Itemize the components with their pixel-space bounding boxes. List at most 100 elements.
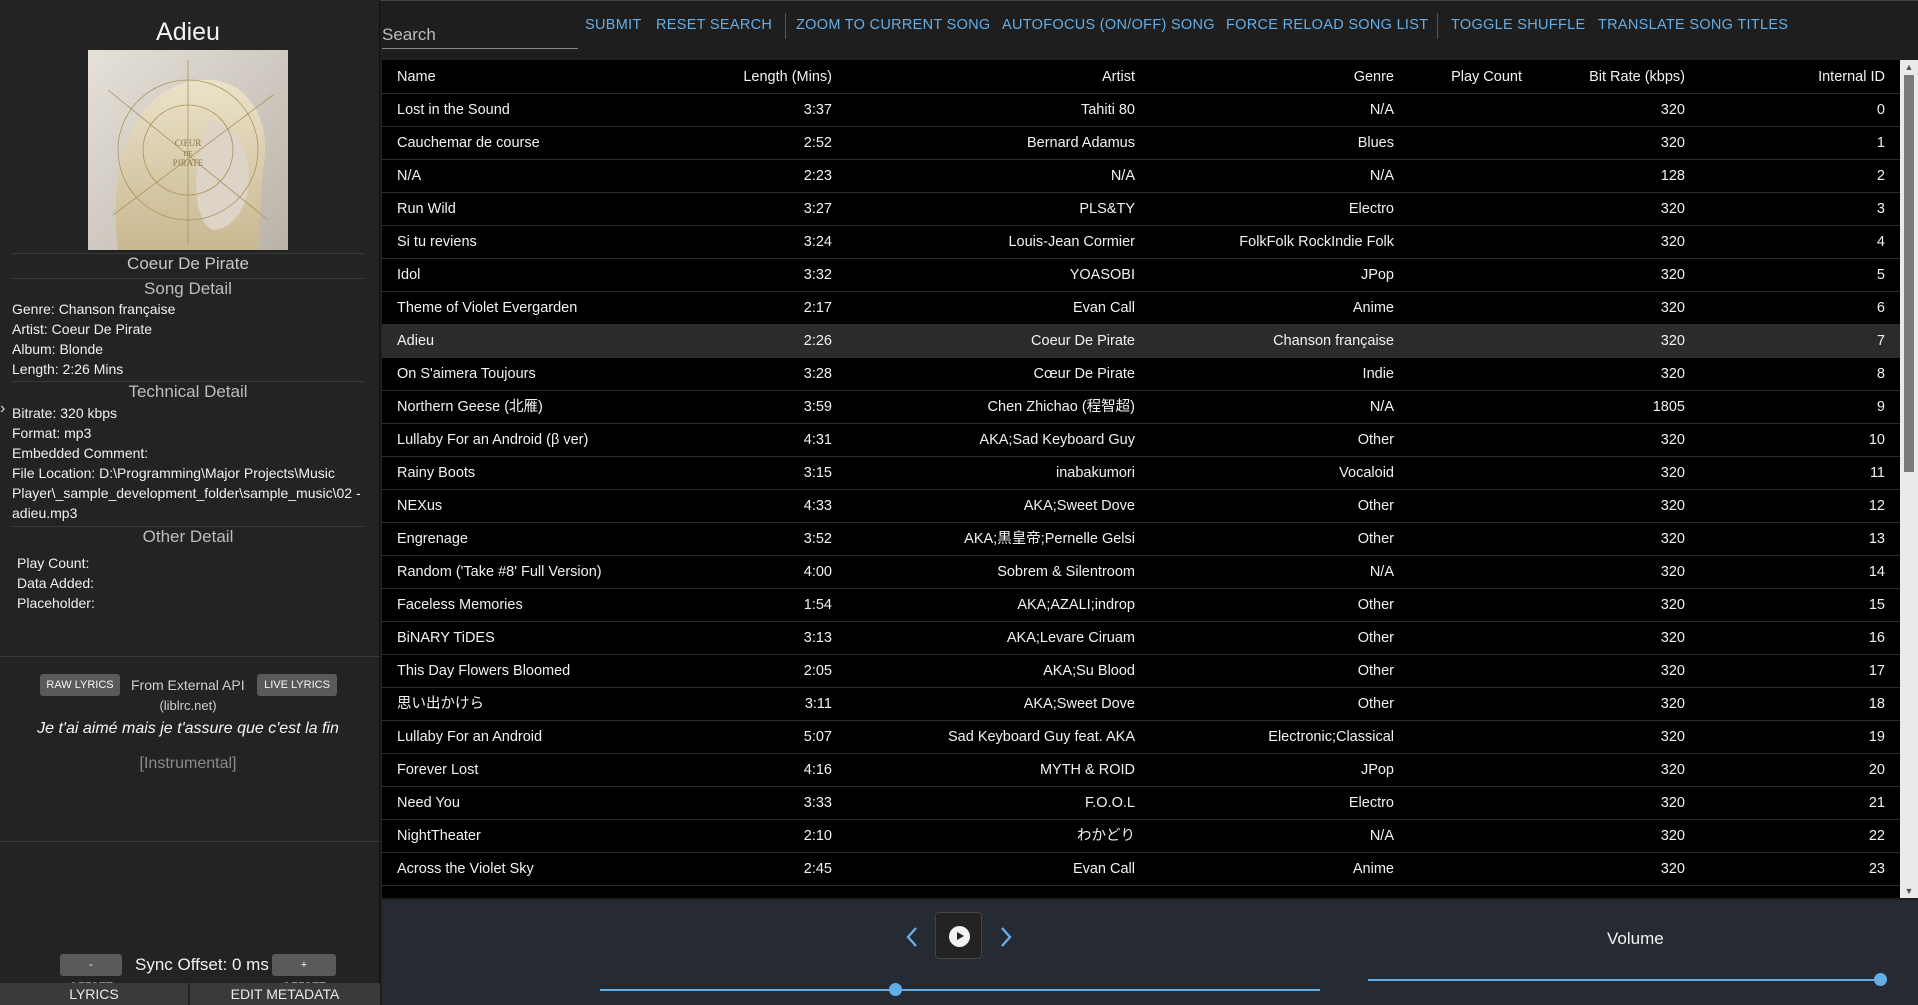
table-row[interactable]: Lost in the Sound 3:37 Tahiti 80 N/A 320 0: [382, 94, 1900, 127]
music-player-app: Adieu CŒUR DE PIRATE Coeur De Pirate Son…: [0, 0, 1918, 1005]
column-header-artist[interactable]: Artist: [832, 60, 1135, 94]
table-row[interactable]: Random ('Take #8' Full Version) 4:00 Sobre…: [382, 556, 1900, 589]
table-row[interactable]: Lullaby For an Android 5:07 Sad Keyboard G…: [382, 721, 1900, 754]
table-row[interactable]: On S'aimera Toujours 3:28 Cœur De Pirate In…: [382, 358, 1900, 391]
table-row[interactable]: Rainy Boots 3:15 inabakumori Vocaloid 320 11: [382, 457, 1900, 490]
column-header-name[interactable]: Name: [397, 60, 707, 94]
seek-slider[interactable]: [600, 989, 1320, 991]
table-row[interactable]: Run Wild 3:27 PLS&TY Electro 320 3: [382, 193, 1900, 226]
plus-offset-button[interactable]: + OFFSET: [272, 954, 336, 993]
table-row[interactable]: Idol 3:32 YOASOBI JPop 320 5: [382, 259, 1900, 292]
table-row[interactable]: This Day Flowers Bloomed 2:05 AKA;Su Blood…: [382, 655, 1900, 688]
raw-lyrics-button[interactable]: RAW LYRICS: [40, 674, 120, 696]
cell-artist: AKA;黒皇帝;Pernelle Gelsi: [964, 531, 1135, 547]
table-row[interactable]: BiNARY TiDES 3:13 AKA;Levare Ciruam Other 32…: [382, 622, 1900, 655]
force-reload-button[interactable]: FORCE RELOAD SONG LIST: [1226, 17, 1428, 33]
live-lyrics-button[interactable]: LIVE LYRICS: [257, 674, 337, 696]
table-scrollbar[interactable]: ▲ ▼: [1900, 60, 1918, 898]
column-header-genre[interactable]: Genre: [1142, 60, 1394, 94]
detail-placeholder: Placeholder:: [17, 595, 95, 611]
volume-slider[interactable]: [1368, 979, 1880, 981]
table-row[interactable]: Need You 3:33 F.O.O.L Electro 320 21: [382, 787, 1900, 820]
column-header-play-count[interactable]: Play Count: [1402, 60, 1522, 94]
cell-play-count: [1402, 622, 1522, 655]
cell-artist: inabakumori: [1056, 465, 1135, 481]
cell-internal-id: 1: [1876, 135, 1885, 151]
cell-artist: F.O.O.L: [1085, 795, 1135, 811]
column-header-bit-rate[interactable]: Bit Rate (kbps): [1527, 60, 1685, 94]
table-row[interactable]: NightTheater 2:10 わかどり N/A 320 22: [382, 820, 1900, 853]
cell-length: 2:26: [803, 333, 832, 349]
cell-artist: AKA;AZALI;indrop: [1017, 597, 1135, 613]
submit-button[interactable]: SUBMIT: [585, 17, 642, 33]
cell-internal-id: 5: [1876, 267, 1885, 283]
album-art-image: CŒUR DE PIRATE: [88, 50, 288, 250]
zoom-to-current-song-button[interactable]: ZOOM TO CURRENT SONG: [796, 17, 991, 33]
previous-icon[interactable]: [905, 925, 919, 954]
search-input[interactable]: [382, 21, 578, 49]
cell-genre: Other: [1357, 498, 1394, 514]
song-info-panel: Adieu CŒUR DE PIRATE Coeur De Pirate Son…: [0, 0, 380, 1005]
table-row[interactable]: Faceless Memories 1:54 AKA;AZALI;indrop Oth…: [382, 589, 1900, 622]
table-row[interactable]: N/A 2:23 N/A N/A 128 2: [382, 160, 1900, 193]
detail-date-added: Data Added:: [17, 575, 95, 591]
detail-genre: Genre: Chanson française: [12, 301, 176, 317]
chevron-right-icon[interactable]: ›: [0, 400, 10, 426]
cell-artist: Tahiti 80: [1080, 102, 1135, 118]
cell-length: 3:28: [803, 366, 832, 382]
minus-offset-button[interactable]: - OFFSET: [60, 954, 122, 993]
table-row[interactable]: Theme of Violet Evergarden 2:17 Evan Call A…: [382, 292, 1900, 325]
table-row[interactable]: Cauchemar de course 2:52 Bernard Adamus Blu…: [382, 127, 1900, 160]
cell-internal-id: 20: [1868, 762, 1885, 778]
column-header-internal-id[interactable]: Internal ID: [1692, 60, 1885, 94]
cell-bit-rate: 320: [1660, 861, 1685, 877]
album-cover: CŒUR DE PIRATE: [88, 50, 288, 250]
cell-length: 4:31: [803, 432, 832, 448]
table-row[interactable]: NEXus 4:33 AKA;Sweet Dove Other 320 12: [382, 490, 1900, 523]
translate-titles-button[interactable]: TRANSLATE SONG TITLES: [1598, 17, 1788, 33]
scroll-up-icon[interactable]: ▲: [1900, 61, 1918, 73]
tab-edit-metadata[interactable]: EDIT METADATA: [190, 983, 380, 1005]
cell-internal-id: 12: [1868, 498, 1885, 514]
autofocus-toggle-button[interactable]: AUTOFOCUS (ON/OFF) SONG: [1002, 17, 1215, 33]
cell-length: 3:11: [804, 696, 832, 712]
cell-genre: Other: [1357, 597, 1394, 613]
volume-slider-handle[interactable]: [1874, 973, 1887, 986]
cell-length: 2:45: [803, 861, 832, 877]
table-row[interactable]: Across the Violet Sky 2:45 Evan Call Anime 3…: [382, 853, 1900, 886]
cell-internal-id: 3: [1876, 201, 1885, 217]
table-row[interactable]: Lullaby For an Android (β ver) 4:31 AKA;Sa…: [382, 424, 1900, 457]
cell-internal-id: 9: [1876, 399, 1885, 415]
cell-artist: AKA;Sweet Dove: [1023, 498, 1135, 514]
cell-bit-rate: 320: [1660, 465, 1685, 481]
cell-internal-id: 6: [1876, 300, 1885, 316]
scrollbar-thumb[interactable]: [1904, 75, 1914, 472]
sync-offset-row: - OFFSET Sync Offset: 0 ms + OFFSET: [0, 954, 380, 993]
next-icon[interactable]: [999, 925, 1013, 954]
reset-search-button[interactable]: RESET SEARCH: [656, 17, 772, 33]
toolbar-divider: [785, 13, 786, 39]
table-row[interactable]: Adieu 2:26 Coeur De Pirate Chanson français…: [382, 325, 1900, 358]
table-row[interactable]: 思い出かけら 3:11 AKA;Sweet Dove Other 320 18: [382, 688, 1900, 721]
column-header-length[interactable]: Length (Mins): [712, 60, 832, 94]
play-icon: [949, 926, 970, 947]
cell-name: Idol: [397, 267, 421, 283]
scroll-down-icon[interactable]: ▼: [1900, 885, 1918, 897]
cell-play-count: [1402, 424, 1522, 457]
cell-bit-rate: 320: [1660, 498, 1685, 514]
seek-slider-handle[interactable]: [889, 983, 903, 996]
table-row[interactable]: Si tu reviens 3:24 Louis-Jean Cormier FolkF…: [382, 226, 1900, 259]
table-row[interactable]: Forever Lost 4:16 MYTH & ROID JPop 320 20: [382, 754, 1900, 787]
cell-name: Across the Violet Sky: [397, 861, 534, 877]
cell-genre: Anime: [1352, 861, 1394, 877]
cell-name: NightTheater: [397, 828, 481, 844]
cell-name: Cauchemar de course: [397, 135, 540, 151]
toggle-shuffle-button[interactable]: TOGGLE SHUFFLE: [1451, 17, 1585, 33]
table-row[interactable]: Engrenage 3:52 AKA;黒皇帝;Pernelle Gelsi Other…: [382, 523, 1900, 556]
tab-lyrics[interactable]: LYRICS: [0, 983, 188, 1005]
detail-comment: Embedded Comment:: [12, 445, 149, 461]
cell-play-count: [1402, 160, 1522, 193]
table-row[interactable]: Northern Geese (北雁) 3:59 Chen Zhichao (程智超…: [382, 391, 1900, 424]
table-header: Name Length (Mins) Artist Genre Play Cou…: [382, 60, 1900, 94]
play-button[interactable]: [935, 912, 982, 959]
